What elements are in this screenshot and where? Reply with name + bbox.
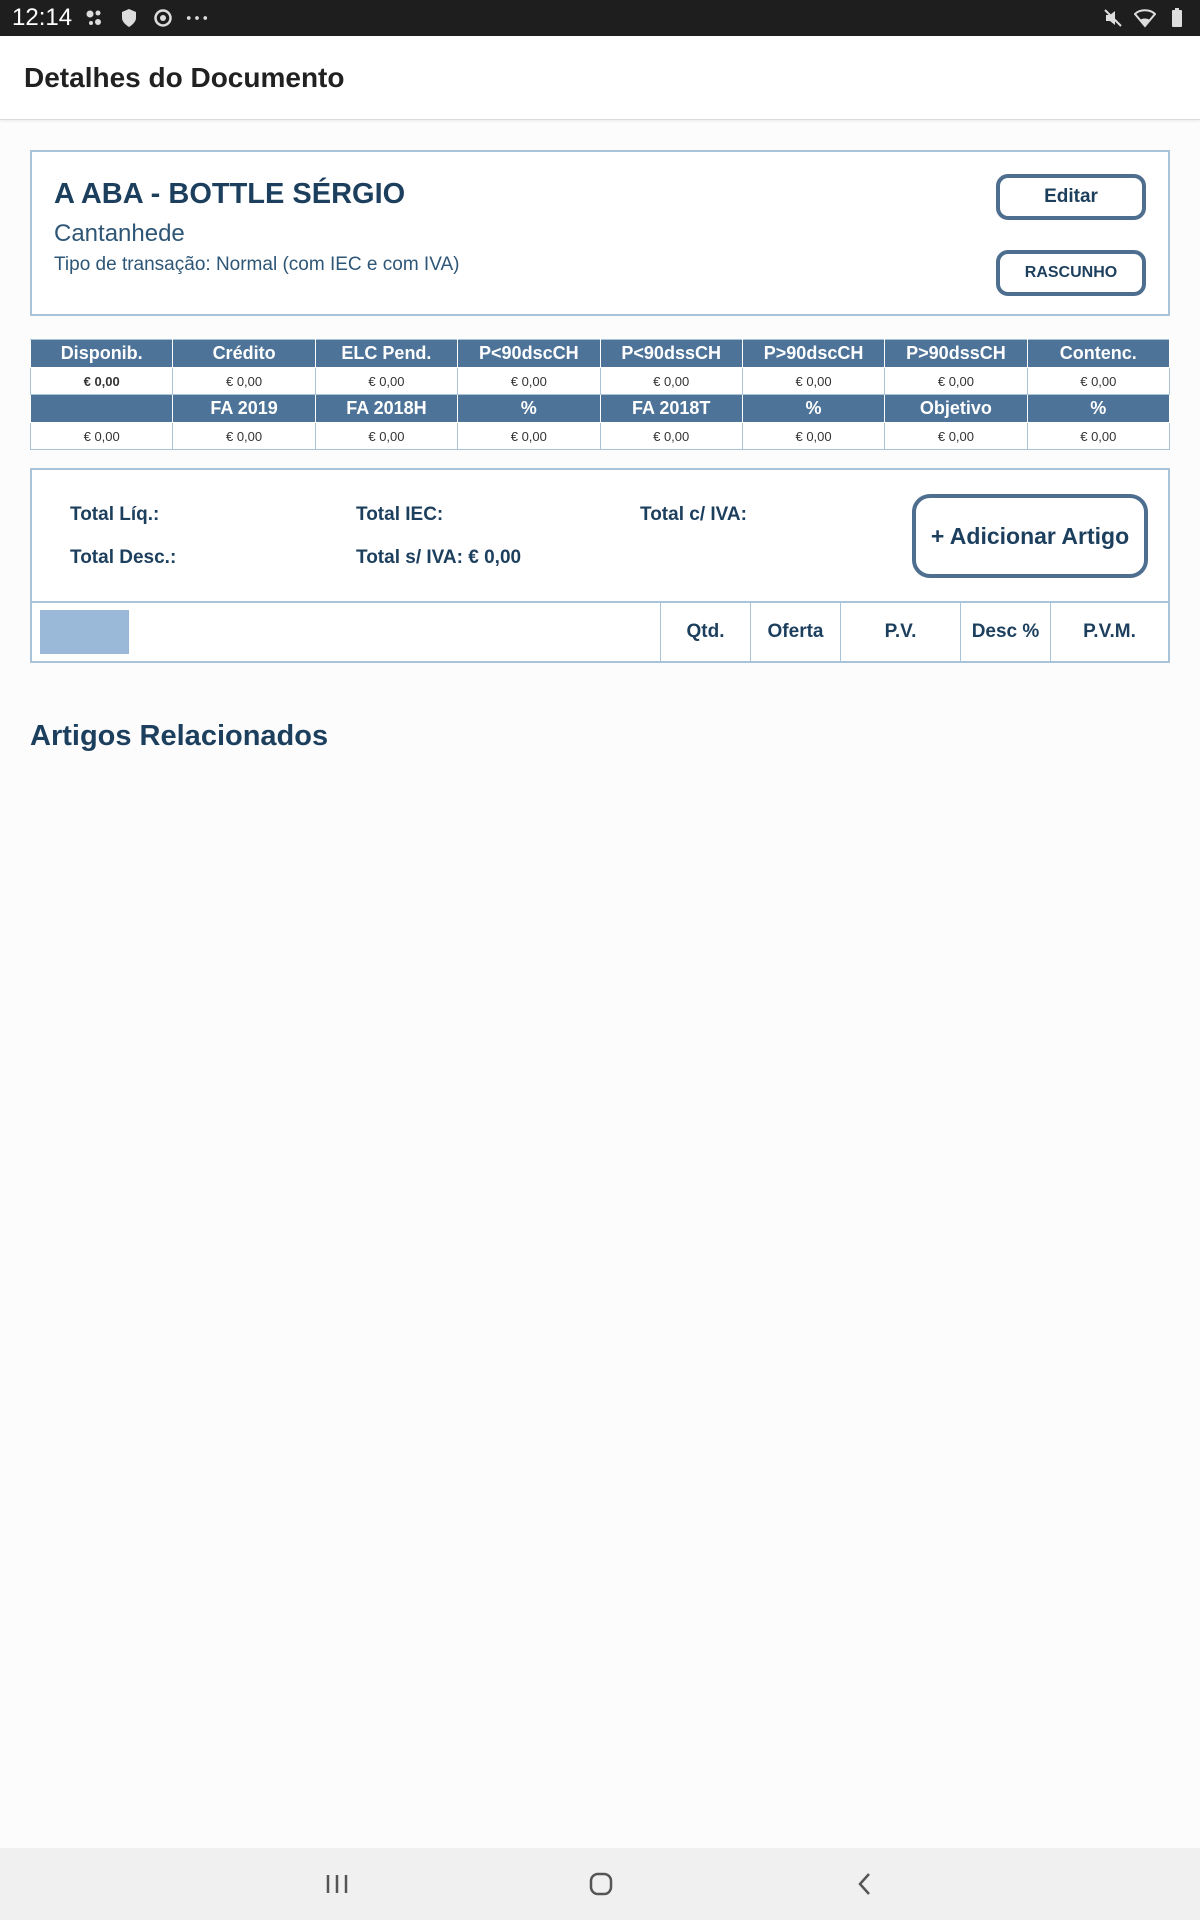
page-title: Detalhes do Documento (24, 61, 345, 93)
stats-value-cell: € 0,00 (172, 367, 316, 395)
stats-value-cell: € 0,00 (599, 422, 743, 450)
stats-header-cell: Objetivo (884, 394, 1028, 423)
stats-header-cell: ELC Pend. (314, 339, 459, 368)
items-col-offer[interactable]: Oferta (750, 603, 840, 661)
stats-header-cell: P>90dscCH (741, 339, 886, 368)
total-liquid-label: Total Líq.: (70, 504, 160, 525)
stats-value-cell: € 0,00 (314, 367, 459, 395)
stats-value-cell: € 0,00 (741, 367, 886, 395)
items-col-description (32, 603, 660, 661)
stats-header-cell: Contenc. (1026, 339, 1171, 368)
app-bar: Detalhes do Documento (0, 36, 1200, 120)
home-button[interactable] (581, 1868, 621, 1900)
client-stats-table: Disponib. Crédito ELC Pend. P<90dscCH P<… (29, 339, 1171, 450)
stats-header-cell: Disponib. (29, 339, 174, 368)
stats-value-cell-available: € 0,00 (29, 367, 174, 395)
stats-header-cell: P>90dssCH (884, 339, 1028, 368)
more-dots-icon (186, 7, 208, 29)
wifi-icon (1134, 7, 1156, 29)
stats-value-row: € 0,00 € 0,00 € 0,00 € 0,00 € 0,00 € 0,0… (29, 367, 1171, 395)
add-item-button[interactable]: + Adicionar Artigo (912, 494, 1148, 578)
totals-card: Total Líq.: Total IEC: Total c/ IVA: Tot… (30, 468, 1170, 663)
home-icon (589, 1872, 613, 1896)
stats-value-cell: € 0,00 (457, 367, 601, 395)
total-without-vat-label: Total s/ IVA: € 0,00 (356, 547, 522, 568)
status-icons-right (1102, 7, 1188, 29)
mute-icon (1102, 7, 1124, 29)
stats-value-cell: € 0,00 (314, 422, 459, 450)
items-col-discount[interactable]: Desc % (960, 603, 1050, 661)
items-table-header: Qtd. Oferta P.V. Desc % P.V.M. (32, 601, 1168, 661)
stats-header-cell: FA 2019 (172, 394, 316, 423)
status-icons-left (84, 7, 208, 29)
stats-value-row: € 0,00 € 0,00 € 0,00 € 0,00 € 0,00 € 0,0… (29, 422, 1171, 450)
items-col-qty[interactable]: Qtd. (660, 603, 750, 661)
assistant-dots-icon (84, 7, 106, 29)
back-button[interactable] (845, 1868, 885, 1900)
status-bar: 12:14 (0, 0, 1200, 36)
stats-value-cell: € 0,00 (599, 367, 743, 395)
back-icon (858, 1873, 870, 1895)
stats-header-row: Disponib. Crédito ELC Pend. P<90dscCH P<… (29, 339, 1171, 368)
client-name: A ABA - BOTTLE SÉRGIO (54, 178, 406, 210)
stats-header-cell: FA 2018H (314, 394, 459, 423)
sync-icon (152, 7, 174, 29)
stats-header-row: FA 2019 FA 2018H % FA 2018T % Objetivo % (29, 394, 1171, 423)
document-header-card: A ABA - BOTTLE SÉRGIO Cantanhede Tipo de… (30, 150, 1170, 316)
status-time: 12:14 (12, 4, 73, 31)
stats-value-cell: € 0,00 (172, 422, 316, 450)
shield-icon (118, 7, 140, 29)
stats-header-cell: % (457, 394, 601, 423)
items-col-price[interactable]: P.V. (840, 603, 960, 661)
stats-header-cell: P<90dssCH (599, 339, 743, 368)
stats-header-cell (29, 394, 174, 423)
stats-header-cell: P<90dscCH (457, 339, 601, 368)
recent-apps-button[interactable] (317, 1868, 357, 1900)
related-items-title: Artigos Relacionados (30, 720, 329, 752)
stats-value-cell: € 0,00 (1026, 367, 1171, 395)
total-discount-label: Total Desc.: (70, 547, 177, 568)
stats-value-cell: € 0,00 (1026, 422, 1171, 450)
stats-value-cell: € 0,00 (457, 422, 601, 450)
battery-icon (1166, 7, 1188, 29)
system-nav-bar (0, 1848, 1200, 1920)
client-city: Cantanhede (54, 220, 185, 247)
recent-apps-icon (326, 1875, 348, 1893)
total-with-vat-label: Total c/ IVA: (640, 504, 747, 525)
stats-header-cell: % (1026, 394, 1171, 423)
stats-value-cell: € 0,00 (29, 422, 174, 450)
stats-value-cell: € 0,00 (884, 422, 1028, 450)
draft-status-button[interactable]: RASCUNHO (996, 250, 1146, 296)
transaction-type: Tipo de transação: Normal (com IEC e com… (54, 254, 460, 275)
stats-value-cell: € 0,00 (741, 422, 886, 450)
edit-button[interactable]: Editar (996, 174, 1146, 220)
description-placeholder (40, 610, 129, 654)
stats-header-cell: % (741, 394, 886, 423)
total-iec-label: Total IEC: (356, 504, 444, 525)
stats-header-cell: FA 2018T (599, 394, 743, 423)
stats-header-cell: Crédito (172, 339, 316, 368)
stats-value-cell: € 0,00 (884, 367, 1028, 395)
items-col-pvm[interactable]: P.V.M. (1050, 603, 1168, 661)
